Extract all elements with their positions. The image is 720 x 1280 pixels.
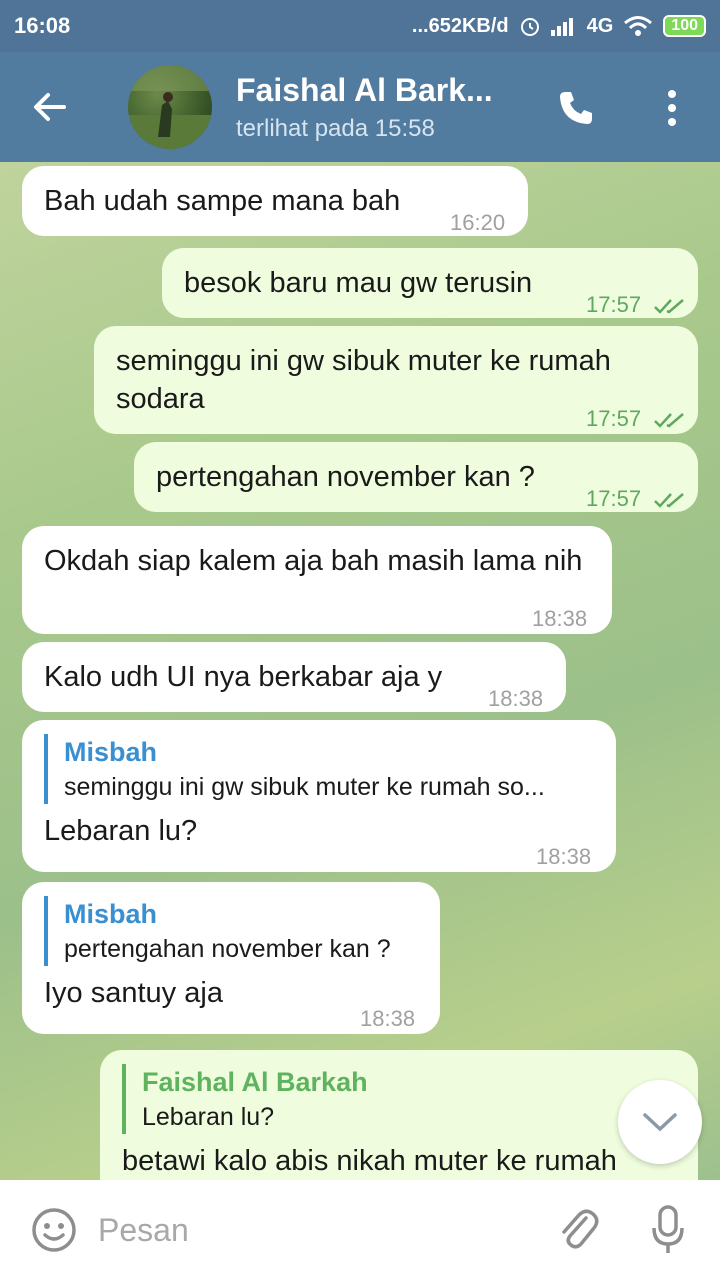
reply-text: Lebaran lu?: [142, 1103, 275, 1131]
message-bubble-outgoing-reply[interactable]: Faishal Al Barkah Lebaran lu? betawi kal…: [100, 1050, 698, 1180]
reply-author: Faishal Al Barkah: [142, 1067, 368, 1097]
reply-preview[interactable]: Misbah pertengahan november kan ?: [44, 896, 418, 966]
double-check-icon: [654, 413, 685, 428]
double-check-icon: [654, 493, 685, 508]
message-time: 18:38: [488, 686, 544, 711]
message-bubble-outgoing[interactable]: besok baru mau gw terusin 17:57: [162, 248, 698, 318]
message-text: Okdah siap kalem aja bah masih lama nih: [44, 545, 583, 577]
message-time: 18:38: [536, 844, 592, 869]
chat-header: Faishal Al Bark... terlihat pada 15:58: [0, 52, 720, 162]
message-bubble-incoming[interactable]: Bah udah sampe mana bah 16:20: [22, 166, 528, 236]
message-text: pertengahan november kan ?: [156, 461, 535, 493]
reply-preview[interactable]: Misbah seminggu ini gw sibuk muter ke ru…: [44, 734, 594, 804]
time-label: 17:57: [586, 486, 642, 511]
message-text: Bah udah sampe mana bah: [44, 185, 401, 217]
reply-author: Misbah: [64, 737, 158, 767]
message-bubble-incoming-reply[interactable]: Misbah pertengahan november kan ? Iyo sa…: [22, 882, 440, 1034]
attach-button[interactable]: [548, 1200, 608, 1260]
last-seen: terlihat pada 15:58: [236, 114, 435, 142]
message-input-bar: [0, 1180, 720, 1280]
message-bubble-outgoing[interactable]: seminggu ini gw sibuk muter ke rumah sod…: [94, 326, 698, 434]
microphone-icon: [652, 1205, 684, 1253]
status-bar: 16:08 ...652KB/d 4G 100: [0, 0, 720, 52]
message-text: Iyo santuy aja: [44, 977, 223, 1009]
message-input[interactable]: [98, 1211, 518, 1249]
paperclip-icon: [562, 1209, 599, 1249]
status-indicators: ...652KB/d 4G 100: [412, 15, 706, 38]
wifi-icon: [624, 16, 653, 36]
alarm-icon: [520, 18, 539, 36]
arrow-left-icon: [34, 93, 66, 121]
message-text: besok baru mau gw terusin: [184, 267, 533, 299]
smiley-icon: [32, 1208, 76, 1252]
message-time: 16:20: [450, 210, 506, 235]
reply-text: seminggu ini gw sibuk muter ke rumah so.…: [64, 773, 545, 801]
message-bubble-incoming-reply[interactable]: Misbah seminggu ini gw sibuk muter ke ru…: [22, 720, 616, 872]
emoji-button[interactable]: [24, 1200, 84, 1260]
call-button[interactable]: [548, 80, 604, 136]
network-speed: ...652KB/d: [411, 14, 509, 37]
back-button[interactable]: [0, 52, 100, 162]
message-list[interactable]: Bah udah sampe mana bah 16:20 besok baru…: [0, 162, 720, 1180]
message-time: 17:57: [586, 400, 687, 438]
double-check-icon: [654, 299, 685, 314]
chat-title-block[interactable]: Faishal Al Bark... terlihat pada 15:58: [236, 72, 526, 143]
message-text: Lebaran lu?: [44, 815, 198, 847]
battery-indicator: 100: [663, 15, 706, 37]
avatar[interactable]: [128, 65, 212, 149]
message-bubble-incoming[interactable]: Kalo udh UI nya berkabar aja y 18:38: [22, 642, 566, 712]
chat-title: Faishal Al Bark...: [236, 71, 493, 108]
reply-preview[interactable]: Faishal Al Barkah Lebaran lu?: [122, 1064, 676, 1134]
microphone-button[interactable]: [638, 1200, 698, 1260]
more-vertical-icon: [668, 90, 676, 126]
message-bubble-incoming[interactable]: Okdah siap kalem aja bah masih lama nih …: [22, 526, 612, 634]
more-options-button[interactable]: [648, 80, 696, 136]
message-text: betawi kalo abis nikah muter ke rumah: [122, 1145, 617, 1177]
avatar-image: [128, 65, 212, 149]
message-text: seminggu ini gw sibuk muter ke rumah sod…: [116, 345, 611, 415]
message-time: 17:57: [586, 480, 687, 518]
message-text: Kalo udh UI nya berkabar aja y: [44, 661, 443, 693]
network-type: 4G: [586, 14, 614, 37]
scroll-to-bottom-button[interactable]: [618, 1080, 702, 1164]
time-label: 17:57: [586, 292, 642, 317]
phone-icon: [560, 92, 592, 124]
message-time: 18:38: [532, 606, 588, 631]
message-time: 17:57: [586, 286, 687, 324]
status-time: 16:08: [14, 13, 71, 38]
reply-text: pertengahan november kan ?: [64, 935, 391, 963]
message-time: 18:38: [360, 1006, 416, 1031]
message-bubble-outgoing[interactable]: pertengahan november kan ? 17:57: [134, 442, 698, 512]
reply-author: Misbah: [64, 899, 158, 929]
time-label: 17:57: [586, 406, 642, 431]
signal-icon: [550, 18, 573, 36]
chevron-down-icon: [643, 1113, 677, 1132]
